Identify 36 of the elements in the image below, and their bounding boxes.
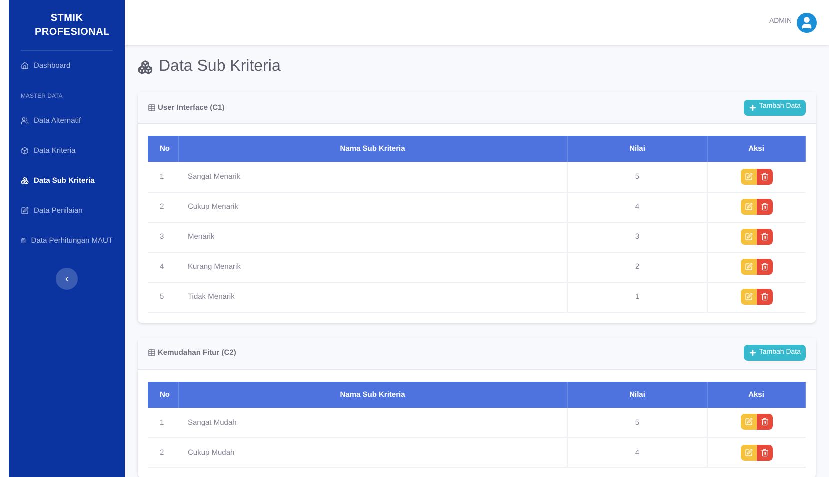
- edit-icon: [744, 172, 753, 181]
- trash-icon: [760, 263, 769, 271]
- delete-button[interactable]: [756, 414, 773, 430]
- avatar-icon[interactable]: [797, 12, 817, 32]
- collapse-button[interactable]: ‹: [56, 268, 78, 290]
- edit-icon: [744, 418, 753, 426]
- cubes-icon: [21, 177, 29, 185]
- brand-title: STMIK PROFESIONAL: [34, 12, 107, 40]
- edit-icon: [744, 263, 753, 271]
- table-icon: [148, 349, 156, 357]
- plus-icon: [749, 349, 758, 357]
- cube-icon: [21, 147, 29, 155]
- home-icon: [21, 62, 29, 70]
- trash-icon: [760, 203, 769, 211]
- delete-button[interactable]: [756, 199, 773, 215]
- edit-icon: [744, 233, 753, 241]
- edit-icon: [21, 207, 29, 215]
- calculator-icon: [21, 237, 26, 245]
- trash-icon: [760, 448, 769, 456]
- delete-button[interactable]: [756, 168, 773, 185]
- plus-icon: [749, 104, 758, 112]
- table-icon: [148, 104, 156, 112]
- delete-button[interactable]: [756, 259, 773, 275]
- trash-icon: [760, 418, 769, 426]
- delete-button[interactable]: [756, 444, 773, 460]
- edit-icon: [744, 448, 753, 456]
- edit-icon: [744, 293, 753, 301]
- page-title: Data Sub Kriteria: [159, 57, 281, 77]
- delete-button[interactable]: [756, 289, 773, 305]
- trash-icon: [760, 293, 769, 301]
- cubes-icon: [138, 60, 153, 74]
- users-icon: [21, 117, 29, 125]
- trash-icon: [760, 233, 769, 241]
- delete-button[interactable]: [756, 229, 773, 245]
- edit-icon: [744, 203, 753, 211]
- trash-icon: [760, 172, 769, 181]
